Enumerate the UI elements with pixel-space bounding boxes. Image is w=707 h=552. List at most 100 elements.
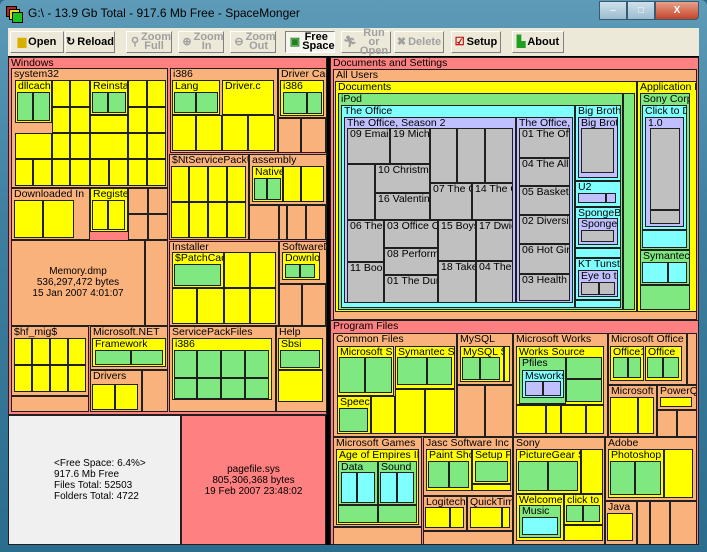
file-block[interactable]: 06 Hot Girl.r bbox=[519, 244, 570, 274]
file-block[interactable] bbox=[307, 92, 322, 114]
file-block[interactable] bbox=[480, 357, 500, 380]
file-block[interactable] bbox=[197, 288, 224, 324]
file-block[interactable] bbox=[302, 284, 326, 326]
run-or-open-button[interactable]: 🏃︎ Run or Open bbox=[341, 27, 391, 56]
file-block[interactable] bbox=[575, 248, 621, 258]
file-block[interactable] bbox=[278, 370, 323, 402]
file-block[interactable] bbox=[566, 357, 602, 379]
file-block[interactable] bbox=[248, 115, 275, 151]
file-block[interactable] bbox=[475, 461, 508, 482]
file-block[interactable] bbox=[128, 80, 147, 107]
file-block[interactable] bbox=[287, 205, 306, 240]
file-block[interactable] bbox=[397, 357, 427, 385]
file-block[interactable] bbox=[638, 397, 654, 434]
file-block[interactable] bbox=[147, 133, 166, 159]
file-block[interactable] bbox=[285, 264, 300, 278]
file-block[interactable] bbox=[581, 282, 599, 295]
file-block[interactable] bbox=[397, 472, 414, 503]
file-block[interactable] bbox=[280, 350, 320, 368]
file-block[interactable] bbox=[245, 350, 269, 378]
file-block[interactable]: 04 The F bbox=[476, 261, 513, 303]
file-block[interactable]: 02 Diversity bbox=[519, 215, 570, 244]
file-block[interactable] bbox=[92, 92, 108, 113]
file-block[interactable] bbox=[189, 166, 208, 202]
file-block[interactable] bbox=[623, 93, 635, 310]
file-block[interactable] bbox=[462, 357, 480, 380]
file-block[interactable] bbox=[283, 166, 301, 202]
file-block[interactable] bbox=[516, 405, 546, 434]
file-block[interactable] bbox=[250, 252, 276, 288]
file-block[interactable] bbox=[50, 365, 68, 392]
file-block[interactable] bbox=[128, 159, 147, 186]
file-block[interactable] bbox=[650, 501, 670, 545]
file-block[interactable] bbox=[548, 461, 578, 491]
file-block[interactable] bbox=[283, 92, 307, 114]
file-block[interactable] bbox=[249, 205, 279, 240]
file-block[interactable] bbox=[650, 210, 680, 224]
reload-button[interactable]: ↻ Reload bbox=[65, 31, 115, 53]
file-block[interactable] bbox=[278, 118, 301, 153]
file-block[interactable] bbox=[664, 449, 693, 498]
file-block[interactable] bbox=[208, 202, 227, 238]
minimize-button[interactable]: – bbox=[599, 1, 627, 20]
zoom-in-button[interactable]: ⊕ Zoom In bbox=[178, 31, 224, 53]
file-block[interactable]: 04 The Allia bbox=[519, 158, 570, 186]
file-block[interactable]: 15 Boys bbox=[438, 220, 476, 261]
file-block[interactable] bbox=[32, 365, 50, 392]
file-block[interactable] bbox=[610, 397, 638, 434]
file-block[interactable] bbox=[485, 128, 513, 183]
file-block[interactable] bbox=[341, 472, 357, 503]
file-block[interactable] bbox=[109, 159, 128, 186]
file-block[interactable] bbox=[628, 357, 641, 378]
file-block[interactable] bbox=[566, 379, 602, 402]
file-block[interactable] bbox=[171, 166, 189, 202]
file-block[interactable] bbox=[11, 396, 89, 412]
delete-button[interactable]: ✖ Delete bbox=[394, 31, 444, 53]
file-block[interactable]: 18 Take bbox=[438, 261, 476, 303]
file-block[interactable] bbox=[174, 92, 196, 113]
free-space-button[interactable]: ▣ Free Space bbox=[285, 31, 335, 53]
file-block[interactable] bbox=[17, 92, 33, 121]
file-block[interactable] bbox=[306, 205, 326, 240]
file-block[interactable] bbox=[14, 338, 32, 365]
file-block[interactable] bbox=[613, 357, 628, 378]
file-block[interactable] bbox=[196, 92, 218, 113]
file-block[interactable] bbox=[90, 159, 109, 186]
file-block[interactable] bbox=[172, 115, 196, 151]
file-block[interactable] bbox=[687, 333, 697, 385]
file-block[interactable] bbox=[250, 288, 276, 324]
file-block[interactable] bbox=[583, 505, 600, 522]
file-block[interactable] bbox=[92, 384, 115, 410]
file-block[interactable] bbox=[131, 350, 163, 365]
file-block[interactable]: 11 Booze bbox=[347, 262, 384, 303]
file-block[interactable] bbox=[50, 338, 68, 365]
file-block[interactable] bbox=[561, 405, 586, 434]
file-block[interactable] bbox=[650, 128, 680, 210]
file-block[interactable] bbox=[502, 507, 510, 528]
file-block[interactable] bbox=[581, 449, 603, 494]
file-block[interactable] bbox=[15, 133, 52, 159]
file-block[interactable] bbox=[522, 517, 558, 535]
file-block[interactable] bbox=[581, 230, 614, 242]
file-block[interactable] bbox=[301, 118, 326, 153]
file-block[interactable] bbox=[222, 115, 248, 151]
file-block[interactable]: 16 Valentine's bbox=[375, 193, 430, 220]
file-block[interactable] bbox=[189, 202, 208, 238]
file-block[interactable] bbox=[599, 282, 615, 295]
file-block[interactable]: 06 The F bbox=[347, 220, 384, 262]
file-block[interactable] bbox=[610, 461, 635, 495]
file-block[interactable] bbox=[267, 178, 281, 200]
file-block[interactable] bbox=[174, 350, 197, 378]
file-block[interactable] bbox=[642, 262, 668, 283]
file-block[interactable] bbox=[197, 378, 221, 399]
file-block[interactable] bbox=[52, 159, 70, 186]
file-block[interactable]: 03 Office Oly bbox=[384, 220, 438, 248]
treemap-view[interactable]: Windowssystem32dllcacheReinstalli386Lang… bbox=[8, 56, 699, 545]
file-block[interactable] bbox=[395, 389, 425, 434]
file-block[interactable] bbox=[70, 107, 90, 133]
file-block[interactable] bbox=[485, 385, 513, 437]
file-block[interactable] bbox=[227, 166, 246, 202]
file-block[interactable] bbox=[70, 159, 90, 186]
file-block[interactable] bbox=[371, 396, 395, 434]
file-block[interactable] bbox=[224, 288, 250, 324]
